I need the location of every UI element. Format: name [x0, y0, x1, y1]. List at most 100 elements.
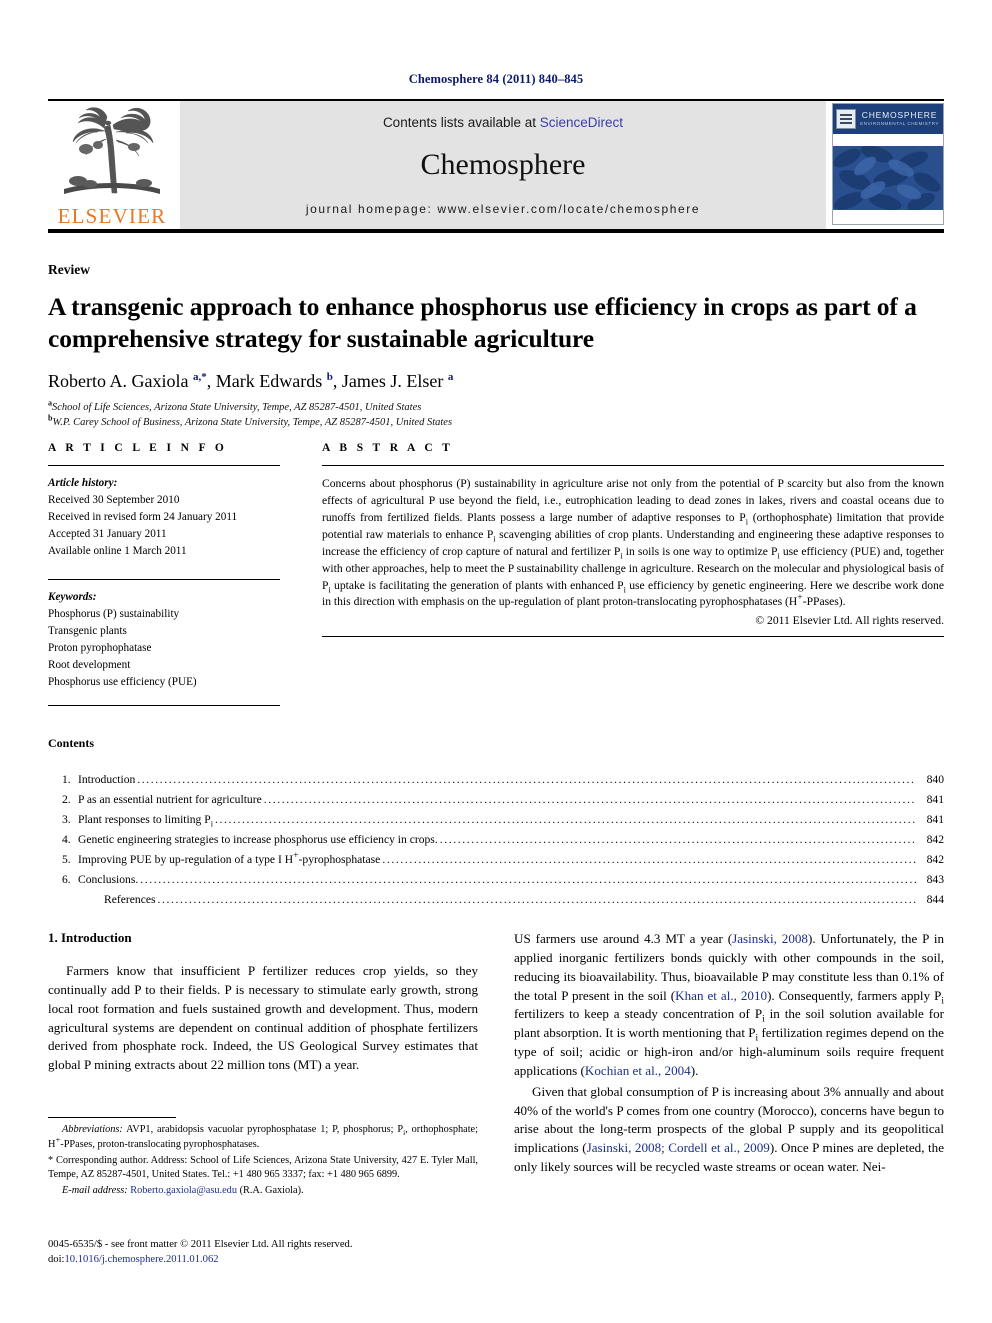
email-link[interactable]: Roberto.gaxiola@asu.edu: [130, 1185, 237, 1196]
abstract-text: Concerns about phosphorus (P) sustainabi…: [322, 477, 944, 609]
toc-page: 841: [926, 792, 944, 806]
doi-link[interactable]: 10.1016/j.chemosphere.2011.01.062: [64, 1254, 218, 1265]
paragraph: Given that global consumption of P is in…: [514, 1083, 945, 1175]
footnote-abbreviations: Abbreviations: AVP1, arabidopsis vacuola…: [48, 1124, 478, 1150]
running-head: Chemosphere 84 (2011) 840–845: [408, 72, 584, 86]
list-item[interactable]: 3. Plant responses to limiting Pi ......…: [48, 810, 944, 830]
footnote-rule: [48, 1117, 176, 1118]
list-item[interactable]: 5. Improving PUE by up-regulation of a t…: [48, 850, 944, 870]
cover-header: CHEMOSPHERE ENVIRONMENTAL CHEMISTRY: [833, 104, 943, 134]
cover-badge-icon: [836, 109, 856, 129]
footnote-corresponding-author: * Corresponding author. Address: School …: [48, 1154, 478, 1181]
toc-label: Conclusions.: [78, 872, 139, 886]
page-title: A transgenic approach to enhance phospho…: [48, 292, 917, 353]
toc-leader: ........................................…: [137, 773, 916, 786]
paragraph: US farmers use around 4.3 MT a year (Jas…: [514, 931, 945, 1078]
keyword-item: Phosphorus use efficiency (PUE): [48, 676, 197, 689]
toc-page: 843: [926, 872, 944, 886]
contents-heading: Contents: [48, 736, 95, 750]
journal-banner: Contents lists available at ScienceDirec…: [180, 101, 826, 229]
elsevier-logo: ELSEVIER: [48, 101, 176, 229]
toc-page: 841: [926, 812, 944, 826]
history-item: Received 30 September 2010: [48, 494, 180, 507]
toc-leader: ........................................…: [263, 792, 916, 806]
paragraph: Farmers know that insufficient P fertili…: [48, 963, 478, 1073]
abstract-bottom-rule: [322, 636, 944, 638]
affiliation-text: W.P. Carey School of Business, Arizona S…: [52, 417, 453, 429]
keywords-bottom-rule: [48, 705, 280, 707]
abstract-column: A B S T R A C T Concerns about phosphoru…: [322, 442, 944, 706]
issn-front-matter: 0045-6535/$ - see front matter © 2011 El…: [48, 1239, 353, 1250]
list-item[interactable]: 6. Conclusions. ........................…: [48, 870, 944, 890]
doi-line: doi:10.1016/j.chemosphere.2011.01.062: [48, 1252, 478, 1267]
toc-label: Improving PUE by up-regulation of a type…: [78, 849, 381, 866]
toc-leader: ........................................…: [140, 872, 916, 886]
toc-page: 842: [926, 832, 944, 846]
section-title-introduction: 1. Introduction: [48, 930, 132, 945]
keywords-block: Keywords: Phosphorus (P) sustainability …: [48, 580, 280, 691]
affiliation-text: School of Life Sciences, Arizona State U…: [52, 402, 422, 414]
contents-lists-line: Contents lists available at ScienceDirec…: [383, 115, 623, 130]
body-column-right: US farmers use around 4.3 MT a year (Jas…: [514, 930, 944, 1179]
sciencedirect-link[interactable]: ScienceDirect: [540, 115, 623, 130]
keyword-item: Root development: [48, 659, 131, 672]
toc-page: 840: [926, 773, 944, 786]
toc-label: Genetic engineering strategies to increa…: [78, 832, 438, 846]
article-history-label: Article history:: [48, 477, 118, 489]
toc-page: 842: [926, 852, 944, 866]
elsevier-tree-icon: [64, 107, 160, 194]
article-info-heading: A R T I C L E I N F O: [48, 442, 228, 454]
journal-homepage-link[interactable]: journal homepage: www.elsevier.com/locat…: [306, 202, 700, 216]
masthead-bottom-rule: [48, 229, 944, 233]
contents-list: 1. Introduction ........................…: [48, 770, 944, 910]
history-item: Received in revised form 24 January 2011: [48, 511, 238, 524]
footnote-email: E-mail address: Roberto.gaxiola@asu.edu …: [48, 1184, 478, 1199]
list-item[interactable]: References .............................…: [48, 890, 944, 910]
title-block: Review A transgenic approach to enhance …: [48, 262, 944, 431]
keyword-item: Transgenic plants: [48, 625, 127, 638]
affiliation-item: aSchool of Life Sciences, Arizona State …: [48, 399, 944, 416]
info-abstract-region: A R T I C L E I N F O Article history: R…: [48, 442, 944, 707]
keywords-label: Keywords:: [48, 591, 97, 604]
doi-label: doi:: [48, 1254, 65, 1266]
abstract-heading: A B S T R A C T: [322, 442, 454, 454]
toc-leader: ........................................…: [157, 892, 917, 906]
article-type: Review: [48, 262, 90, 277]
affiliation-item: bW.P. Carey School of Business, Arizona …: [48, 414, 944, 431]
journal-masthead: ELSEVIER Contents lists available at Sci…: [48, 99, 944, 233]
affiliations: aSchool of Life Sciences, Arizona State …: [48, 399, 944, 431]
toc-leader: ........................................…: [439, 832, 916, 846]
history-item: Available online 1 March 2011: [48, 545, 187, 558]
journal-title: Chemosphere: [420, 148, 586, 181]
cover-leaf-image: [833, 146, 943, 210]
leaf-pattern-icon: [833, 146, 943, 210]
toc-leader: ........................................…: [215, 812, 916, 826]
cover-white-band: [833, 134, 943, 146]
article-info-column: A R T I C L E I N F O Article history: R…: [48, 442, 280, 707]
toc-label: References: [104, 892, 156, 906]
toc-number: 3.: [62, 812, 71, 826]
contents-section: Contents 1. Introduction ...............…: [48, 736, 944, 910]
email-label: E-mail address:: [62, 1185, 128, 1197]
footnotes-block: Abbreviations: AVP1, arabidopsis vacuola…: [48, 1117, 478, 1200]
toc-number: 6.: [62, 872, 71, 886]
cover-title: CHEMOSPHERE: [861, 110, 938, 121]
toc-number: 4.: [62, 832, 71, 846]
abstract-copyright: © 2011 Elsevier Ltd. All rights reserved…: [755, 614, 944, 628]
list-item[interactable]: 2. P as an essential nutrient for agricu…: [48, 790, 944, 810]
toc-number: 1.: [62, 773, 71, 786]
article-page: Chemosphere 84 (2011) 840–845 ELSEVIER C…: [0, 0, 992, 1323]
toc-label: Introduction: [78, 773, 136, 786]
article-history: Article history: Received 30 September 2…: [48, 466, 280, 560]
journal-cover-thumbnail: CHEMOSPHERE ENVIRONMENTAL CHEMISTRY: [832, 103, 944, 225]
list-item[interactable]: 4. Genetic engineering strategies to inc…: [48, 830, 944, 850]
contents-lists-prefix: Contents lists available at: [382, 115, 540, 130]
list-item[interactable]: 1. Introduction ........................…: [48, 770, 944, 790]
author-list: Roberto A. Gaxiola a,*, Mark Edwards b, …: [48, 371, 454, 392]
elsevier-wordmark: ELSEVIER: [57, 204, 167, 228]
toc-page: 844: [926, 892, 944, 906]
imprint-block: 0045-6535/$ - see front matter © 2011 El…: [48, 1237, 478, 1268]
toc-label: Plant responses to limiting Pi: [78, 812, 214, 829]
keyword-item: Phosphorus (P) sustainability: [48, 608, 180, 621]
toc-leader: ........................................…: [382, 852, 916, 866]
